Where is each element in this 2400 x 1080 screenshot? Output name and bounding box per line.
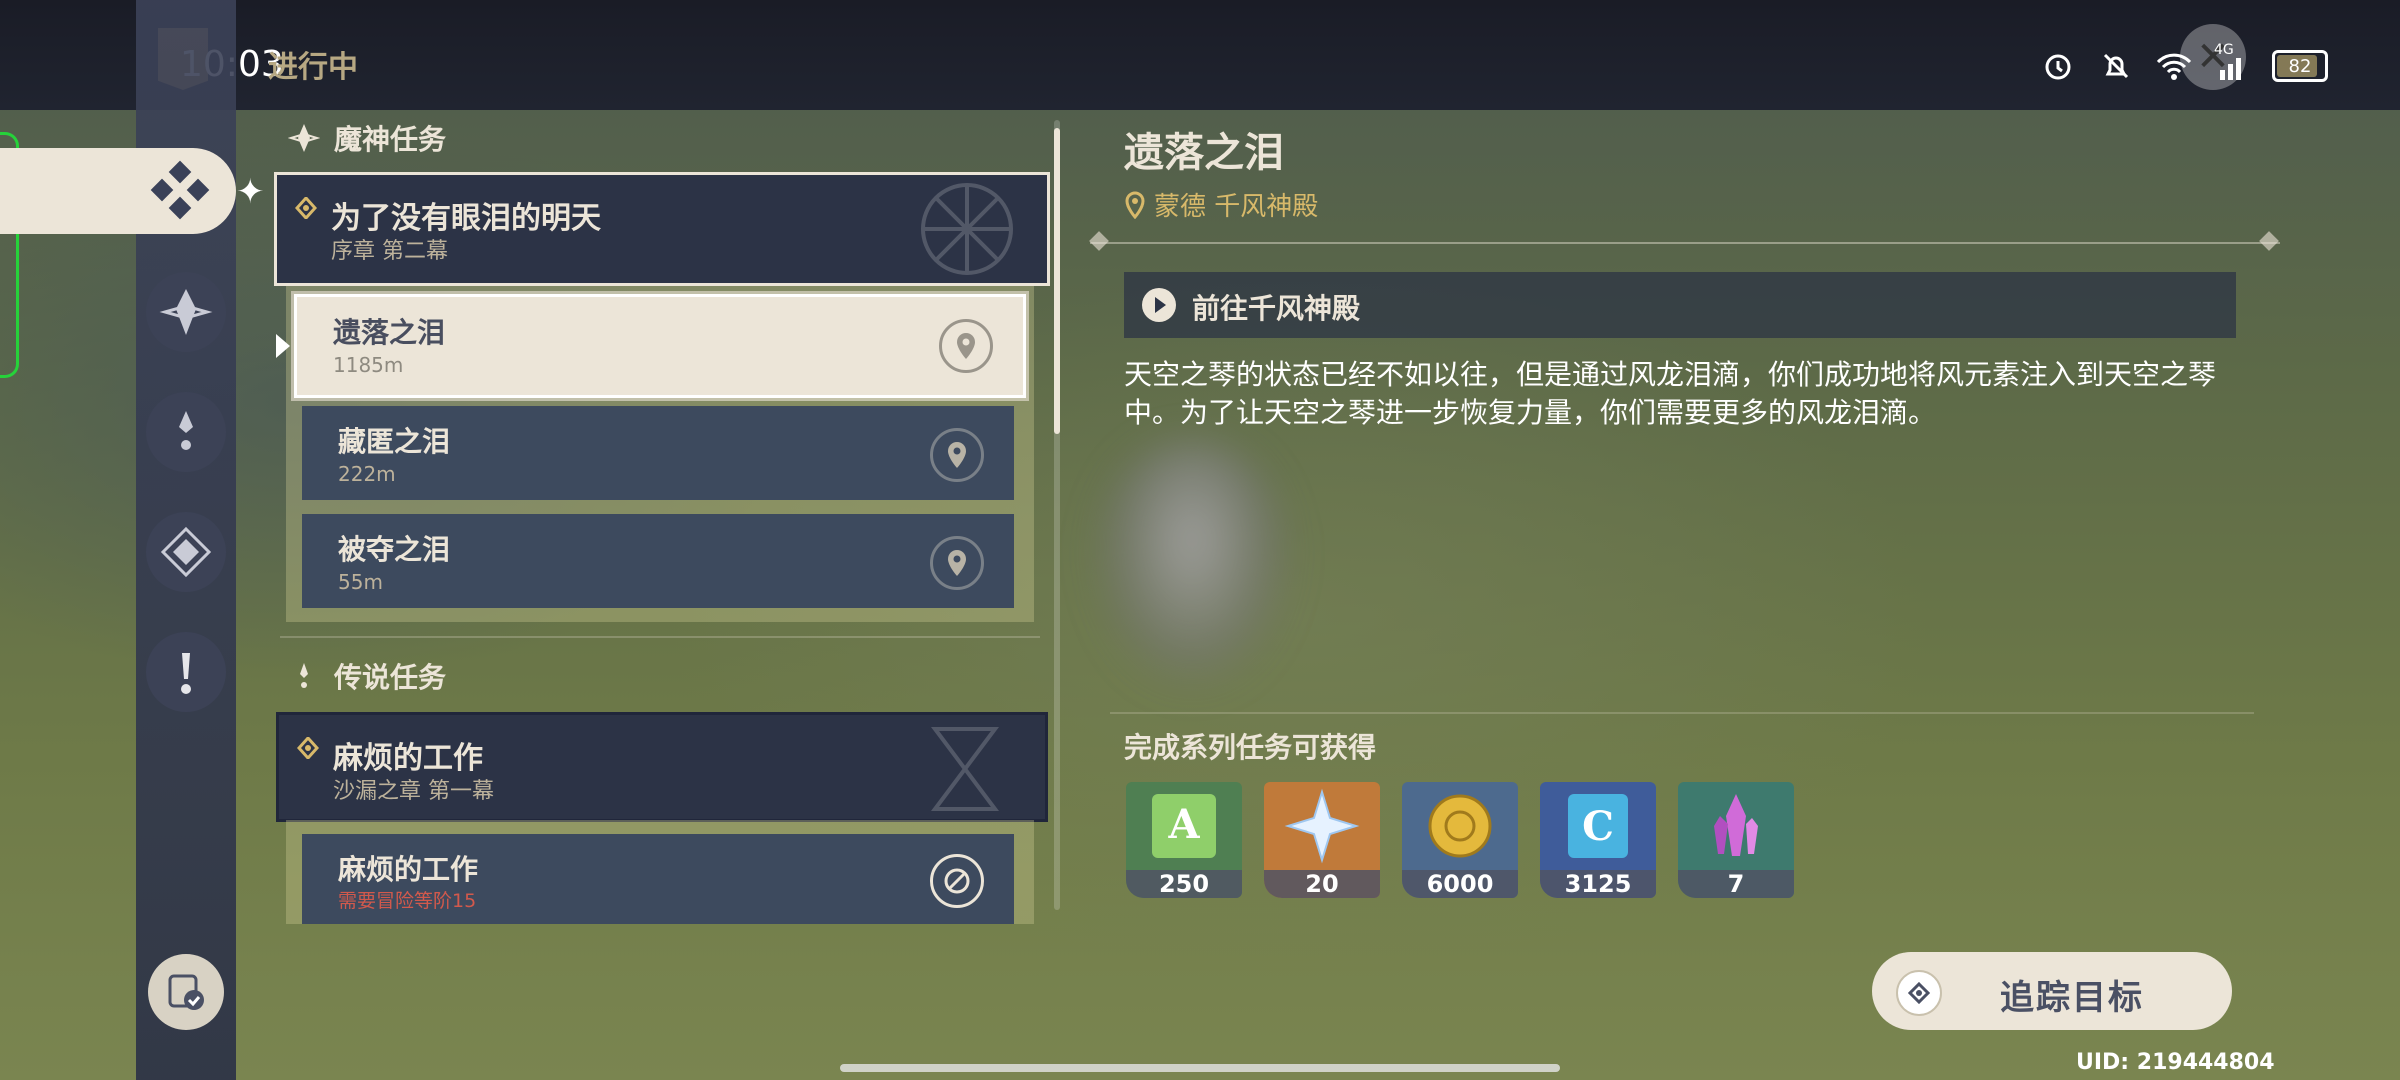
divider-ornament-right	[2259, 231, 2279, 251]
chain-subtitle: 序章 第二幕	[331, 239, 448, 264]
archon-quest-icon	[288, 122, 320, 154]
story-quest-icon	[179, 411, 193, 450]
quest-description: 天空之琴的状态已经不如以往，但是通过风龙泪滴，你们成功地将风元素注入到天空之琴中…	[1124, 358, 2217, 429]
rewards-title: 完成系列任务可获得	[1124, 731, 1377, 764]
tab-title[interactable]: 进行中	[268, 42, 358, 86]
chain-subtitle: 沙漏之章 第一幕	[333, 779, 494, 804]
track-diamond-icon	[1896, 970, 1942, 1016]
rail-tab-all-quests[interactable]	[0, 148, 236, 234]
reward-item[interactable]: C 3125	[1540, 782, 1656, 898]
rail-tab-commission[interactable]	[146, 632, 226, 712]
archon-quest-icon	[159, 289, 213, 335]
locked-icon	[930, 854, 984, 908]
battery-icon: 82	[2272, 50, 2328, 82]
quest-location: 蒙德 千风神殿	[1124, 186, 1318, 223]
selection-sparkle-icon: ✦	[236, 172, 265, 212]
all-quests-icon	[150, 160, 210, 220]
battery-level: 82	[2288, 55, 2312, 77]
map-pin-icon[interactable]	[939, 319, 993, 373]
rail-tab-story[interactable]	[146, 392, 226, 472]
section-divider	[280, 636, 1040, 638]
subquest-distance: 55m	[338, 570, 383, 594]
subquest-title: 被夺之泪	[338, 533, 451, 566]
section-story-title: 传说任务	[334, 661, 447, 694]
reward-item[interactable]: 7	[1678, 782, 1794, 898]
reward-count: 3125	[1540, 870, 1656, 898]
status-icons: 4G 82	[2040, 42, 2328, 84]
quest-chain-archon[interactable]: 为了没有眼泪的明天 序章 第二幕	[274, 172, 1050, 286]
subquest-title: 遗落之泪	[333, 316, 446, 349]
svg-text:A: A	[1167, 801, 1200, 848]
location-text: 蒙德 千风神殿	[1154, 192, 1319, 222]
companionship-exp-icon: C	[1540, 782, 1656, 870]
subquest-item[interactable]: 被夺之泪 55m	[302, 514, 1014, 608]
quest-character-image	[1092, 440, 1292, 690]
quest-diamond-icon	[295, 197, 317, 219]
commission-quest-icon	[181, 653, 191, 694]
mora-icon	[1402, 782, 1518, 870]
rewards-divider	[1110, 712, 2254, 714]
story-quest-icon	[288, 660, 320, 692]
quest-list-scroll-thumb[interactable]	[1054, 128, 1060, 434]
track-objective-label: 追踪目标	[2000, 978, 2144, 1018]
subquest-item-selected[interactable]: 遗落之泪 1185m	[294, 294, 1026, 398]
subquest-title: 麻烦的工作	[338, 853, 479, 886]
adventure-exp-icon: A	[1126, 782, 1242, 870]
reward-item[interactable]: A 250	[1126, 782, 1242, 898]
anemo-emblem-icon	[921, 183, 1013, 275]
alarm-icon	[2040, 48, 2076, 84]
subquest-item[interactable]: 藏匿之泪 222m	[302, 406, 1014, 500]
track-objective-button[interactable]: 追踪目标	[1872, 952, 2232, 1030]
primogem-icon	[1264, 782, 1380, 870]
step-arrow-icon	[1142, 288, 1176, 322]
world-quest-icon	[160, 526, 212, 578]
wifi-icon	[2156, 48, 2192, 84]
hourglass-emblem-icon	[931, 727, 999, 811]
step-text: 前往千风神殿	[1192, 292, 1361, 325]
rail-tab-archon[interactable]	[146, 272, 226, 352]
selected-arrow-icon	[276, 334, 290, 358]
section-archon-header: 魔神任务	[288, 118, 446, 158]
subquest-requirement: 需要冒险等阶15	[338, 890, 477, 912]
mute-bell-icon	[2098, 48, 2134, 84]
crystal-ore-icon	[1678, 782, 1794, 870]
rail-tab-world[interactable]	[146, 512, 226, 592]
reward-count: 6000	[1402, 870, 1518, 898]
map-pin-icon[interactable]	[930, 428, 984, 482]
reward-count: 250	[1126, 870, 1242, 898]
svg-text:C: C	[1582, 803, 1614, 850]
location-pin-icon	[1125, 190, 1145, 219]
chain-title: 为了没有眼泪的明天	[331, 201, 601, 236]
reward-count: 7	[1678, 870, 1794, 898]
player-uid: UID: 219444804	[2076, 1050, 2275, 1075]
divider-ornament-left	[1089, 231, 1109, 251]
quest-chain-story[interactable]: 麻烦的工作 沙漏之章 第一幕	[276, 712, 1048, 822]
chain-title: 麻烦的工作	[333, 741, 483, 776]
home-indicator[interactable]	[840, 1064, 1560, 1072]
subquest-distance: 222m	[338, 462, 396, 486]
reward-count: 20	[1264, 870, 1380, 898]
map-pin-icon[interactable]	[930, 536, 984, 590]
quest-diamond-icon	[297, 737, 319, 759]
completed-quests-button[interactable]	[148, 954, 224, 1030]
network-label: 4G	[2214, 42, 2234, 58]
reward-item[interactable]: 20	[1264, 782, 1380, 898]
section-story-header: 传说任务	[288, 656, 446, 696]
reward-item[interactable]: 6000	[1402, 782, 1518, 898]
subquest-distance: 1185m	[333, 353, 404, 377]
cellular-signal-icon: 4G	[2214, 42, 2250, 84]
quest-detail-title: 遗落之泪	[1124, 130, 1284, 176]
subquest-item-locked[interactable]: 麻烦的工作 需要冒险等阶15	[302, 834, 1014, 924]
title-divider	[1090, 242, 2280, 244]
subquest-title: 藏匿之泪	[338, 425, 451, 458]
current-step: 前往千风神殿	[1124, 272, 2236, 338]
checklist-icon	[168, 974, 204, 1010]
section-archon-title: 魔神任务	[334, 123, 447, 156]
